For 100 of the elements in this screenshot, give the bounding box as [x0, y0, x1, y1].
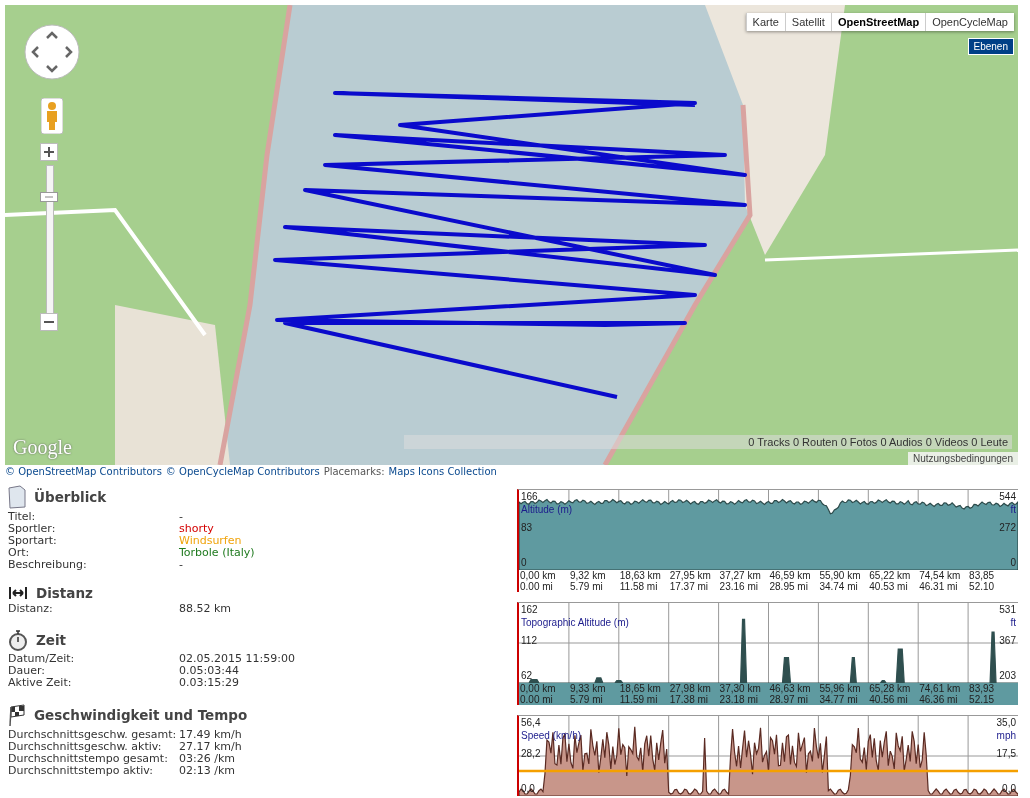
map-type-button[interactable]: OpenStreetMap [830, 13, 926, 31]
axis-tick-label: 37,27 km [718, 570, 762, 581]
field-value: 02:13 /km [179, 765, 235, 777]
axis-tick-label: 46,59 km [768, 570, 812, 581]
axis-tick-label: 17,5 [996, 748, 1016, 759]
field-value: 0.05:03:44 [179, 665, 239, 677]
axis-tick-label: 367 [999, 635, 1016, 646]
axis-tick-label: 11.58 mi [618, 581, 659, 592]
field-value: Windsurfen [179, 535, 242, 547]
axis-tick-label: 40.56 mi [868, 694, 909, 705]
axis-tick-label: 544 [999, 491, 1016, 502]
axis-tick-label: 0,00 km [519, 570, 557, 581]
field-value: 03:26 /km [179, 753, 235, 765]
unit-label: ft [1010, 504, 1016, 515]
field-value: 0.03:15:29 [179, 677, 239, 689]
stopwatch-icon [8, 629, 28, 651]
axis-tick-label: 112 [521, 635, 537, 646]
distance-icon [8, 586, 28, 600]
axis-tick-label: 35,0 [996, 717, 1016, 728]
axis-tick-label: 0.00 mi [519, 581, 554, 592]
attribution-link[interactable]: Maps Icons Collection [388, 466, 497, 477]
axis-tick-label: 37,30 km [718, 683, 762, 694]
map-stats: 0 Tracks 0 Routen 0 Fotos 0 Audios 0 Videos 0 Leute [404, 435, 1012, 449]
field-label: Ort: [8, 547, 31, 559]
map-type-button[interactable]: Satellit [784, 13, 831, 31]
axis-tick-label: 0.00 mi [519, 694, 554, 705]
attribution-link[interactable]: © OpenStreetMap Contributors [5, 466, 162, 477]
axis-tick-label: 28.95 mi [768, 581, 809, 592]
axis-tick-label: 9,33 km [568, 683, 607, 694]
field-label: Beschreibung: [8, 559, 88, 571]
field-label: Durchschnittstempo gesamt: [8, 753, 169, 765]
chart-title: Topographic Altitude (m) [521, 617, 629, 628]
terms-link[interactable]: Nutzungsbedingungen [907, 452, 1018, 465]
axis-tick-label: 18,63 km [618, 570, 662, 581]
axis-tick-label: 18,65 km [618, 683, 662, 694]
field-value: 27.17 km/h [179, 741, 242, 753]
axis-tick-label: 46.36 mi [918, 694, 959, 705]
axis-tick-label: 11.59 mi [618, 694, 659, 705]
axis-tick-label: 55,90 km [818, 570, 862, 581]
field-label: Dauer: [8, 665, 46, 677]
axis-tick-label: 203 [999, 670, 1016, 681]
axis-tick-label: 34.77 mi [818, 694, 859, 705]
axis-tick-label: 531 [999, 604, 1016, 615]
field-value: shorty [179, 523, 214, 535]
attribution-link[interactable]: © OpenCycleMap Contributors [165, 466, 320, 477]
axis-tick-label: 23.18 mi [718, 694, 759, 705]
axis-tick-label: 162 [521, 604, 538, 615]
axis-tick-label: 27,95 km [668, 570, 712, 581]
field-label: Aktive Zeit: [8, 677, 73, 689]
map-type-button[interactable]: Karte [745, 13, 785, 31]
field-value: 88.52 km [179, 603, 232, 615]
field-value: - [179, 559, 183, 571]
field-label: Datum/Zeit: [8, 653, 76, 665]
zoom-in-icon[interactable] [40, 143, 58, 161]
zoom-out-icon[interactable] [40, 313, 58, 331]
layers-button[interactable]: Ebenen [967, 38, 1014, 55]
unit-label: mph [996, 730, 1016, 741]
field-label: Durchschnittsgeschw. gesamt: [8, 729, 178, 741]
pan-control-icon[interactable] [23, 23, 81, 81]
axis-tick-label: 52.10 [968, 581, 996, 592]
axis-tick-label: 65,28 km [868, 683, 912, 694]
document-icon [8, 485, 26, 509]
axis-tick-label: 56,4 [521, 717, 541, 728]
axis-tick-label: 74,61 km [918, 683, 962, 694]
map-type-button[interactable]: OpenCycleMap [925, 13, 1014, 31]
field-value: Torbole (Italy) [179, 547, 255, 559]
unit-label: ft [1010, 617, 1016, 628]
section-title: Geschwindigkeit und Tempo [34, 707, 248, 723]
field-label: Distanz: [8, 603, 54, 615]
axis-tick-label: 0,00 km [519, 683, 557, 694]
axis-tick-label: 83,85 [968, 570, 996, 581]
axis-tick-label: 0 [1010, 557, 1016, 568]
axis-tick-label: 5.79 mi [568, 581, 604, 592]
chart-title: Altitude (m) [521, 504, 573, 515]
axis-tick-label: 46,63 km [768, 683, 812, 694]
axis-tick-label: 0 [521, 557, 527, 568]
axis-tick-label: 17.37 mi [668, 581, 710, 592]
map-logo: Google [13, 436, 72, 459]
axis-tick-label: 55,96 km [818, 683, 862, 694]
axis-tick-label: 83,93 [968, 683, 996, 694]
field-label: Titel: [8, 511, 37, 523]
zoom-slider-handle[interactable] [40, 192, 58, 202]
section-title: Zeit [36, 632, 67, 648]
axis-tick-label: 27,98 km [668, 683, 712, 694]
axis-tick-label: 46.31 mi [918, 581, 959, 592]
section-title: Distanz [36, 585, 93, 601]
axis-tick-label: 52.15 [968, 694, 996, 705]
axis-tick-label: 272 [999, 522, 1016, 533]
axis-tick-label: 83 [521, 522, 533, 533]
axis-tick-label: 17.38 mi [668, 694, 710, 705]
field-value: - [179, 511, 183, 523]
attribution-text: Placemarks: [323, 466, 385, 477]
axis-tick-label: 40.53 mi [868, 581, 909, 592]
field-label: Sportler: [8, 523, 57, 535]
axis-tick-label: 74,54 km [918, 570, 962, 581]
checkered-flag-icon [8, 703, 26, 727]
axis-tick-label: 28,2 [521, 748, 541, 759]
axis-tick-label: 62 [521, 670, 533, 681]
field-value: 17.49 km/h [179, 729, 242, 741]
map-drawing[interactable] [5, 5, 1018, 465]
